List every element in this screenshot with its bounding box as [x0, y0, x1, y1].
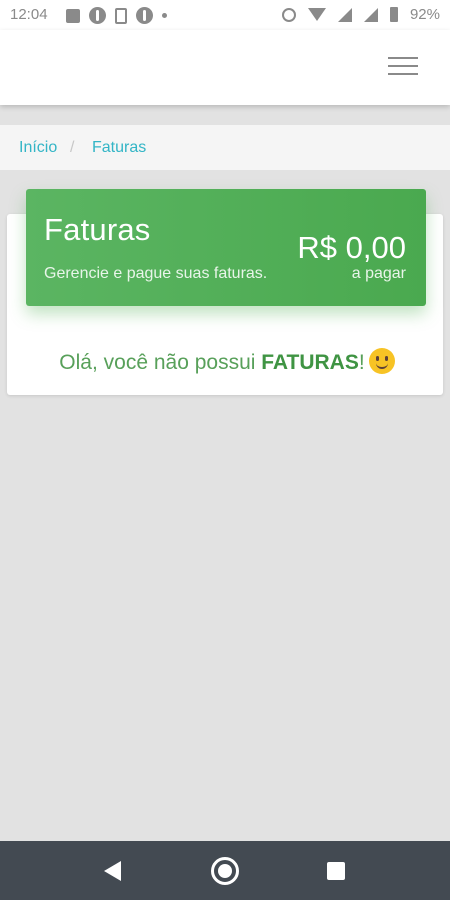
breadcrumb: Início / Faturas: [0, 125, 450, 170]
alarm-icon: [281, 7, 296, 22]
wifi-icon: [307, 8, 326, 21]
signal-icon: [363, 7, 378, 22]
app-bar: [0, 30, 450, 105]
notification-icons: [66, 7, 167, 24]
breadcrumb-home-link[interactable]: Início: [19, 125, 57, 170]
amount-due: R$ 0,00: [297, 230, 406, 265]
hamburger-menu-icon[interactable]: [388, 57, 418, 77]
status-time: 12:04: [10, 6, 48, 23]
phone-icon: [115, 7, 127, 24]
smiley-icon: [368, 348, 395, 374]
battery-percent: 92%: [409, 6, 440, 23]
empty-message-suffix: !: [358, 351, 365, 374]
info-icon: [136, 7, 153, 24]
system-nav-bar: [0, 841, 450, 900]
info-icon: [89, 7, 106, 24]
amount-caption: a pagar: [351, 265, 406, 282]
page-subtitle: Gerencie e pague suas faturas.: [44, 265, 268, 282]
invoices-banner: Faturas Gerencie e pague suas faturas. R…: [26, 189, 426, 306]
empty-message-prefix: Olá, você não possui: [59, 351, 262, 374]
news-icon: [66, 8, 80, 23]
system-icons: 92%: [281, 6, 440, 23]
breadcrumb-faturas-link[interactable]: Faturas: [92, 125, 146, 170]
dot-icon: [162, 13, 167, 18]
page-title: Faturas: [44, 212, 151, 247]
battery-icon: [389, 7, 398, 22]
recents-icon[interactable]: [327, 862, 345, 880]
empty-message-bold: FATURAS: [261, 351, 359, 374]
breadcrumb-separator: /: [70, 139, 75, 156]
empty-state-message: Olá, você não possui FATURAS!: [0, 348, 450, 375]
back-icon[interactable]: [104, 861, 121, 881]
home-icon[interactable]: [211, 857, 239, 885]
status-bar: 12:04 92%: [0, 0, 450, 30]
signal-icon: [337, 7, 352, 22]
